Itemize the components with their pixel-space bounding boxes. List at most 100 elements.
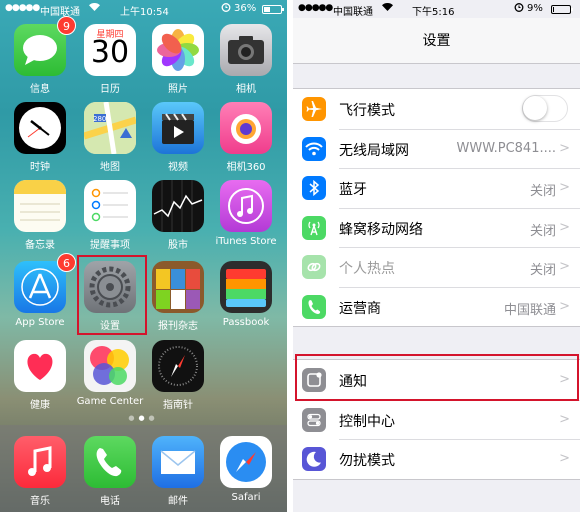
- chevron-right-icon: >: [559, 180, 570, 195]
- signal-icon: ●●●●●: [298, 3, 333, 13]
- alarm-icon: [221, 2, 231, 15]
- app-photos[interactable]: 照片: [148, 24, 208, 104]
- row-value: 中国联通: [503, 302, 556, 318]
- chevron-right-icon: >: [559, 411, 570, 427]
- app-compass[interactable]: 指南针: [148, 340, 208, 420]
- row-label: 蜂窝移动网络: [339, 221, 423, 238]
- toggle-knob: [523, 96, 547, 120]
- status-time: 下午5:16: [412, 7, 455, 18]
- app-appstore[interactable]: App Store 6: [10, 253, 76, 341]
- status-bar: ●●●●● 中国联通 上午10:54 36%: [0, 0, 287, 18]
- app-label: 邮件: [168, 496, 188, 507]
- app-messages[interactable]: 信息 9: [10, 16, 76, 104]
- notes-icon: [14, 180, 66, 232]
- page-indicator[interactable]: ●●●: [0, 414, 287, 422]
- passbook-icon: [220, 261, 272, 313]
- app-label: 报刊杂志: [158, 321, 198, 332]
- app-passbook[interactable]: Passbook: [216, 261, 276, 341]
- notification-badge: 9: [57, 16, 76, 35]
- home-screen: ●●●●● 中国联通 上午10:54 36% 信息 9 星期四 30 日历 照片…: [0, 0, 287, 512]
- hotspot-chain-icon: [302, 255, 326, 279]
- dock-app-mail[interactable]: 邮件: [148, 436, 208, 512]
- app-newsstand[interactable]: 报刊杂志: [148, 261, 208, 341]
- gamecenter-icon: [84, 340, 136, 392]
- app-calendar[interactable]: 星期四 30 日历: [80, 24, 140, 104]
- app-label: 电话: [100, 496, 120, 507]
- app-reminders[interactable]: 提醒事项: [80, 180, 140, 260]
- notification-badge: 6: [57, 253, 76, 272]
- music-note-icon: [14, 436, 66, 488]
- app-notes[interactable]: 备忘录: [10, 180, 70, 260]
- airplane-mode-toggle[interactable]: [522, 95, 568, 122]
- app-label: 提醒事项: [90, 240, 130, 251]
- app-camera360[interactable]: 相机360: [216, 102, 276, 182]
- bluetooth-icon: [302, 176, 326, 200]
- app-maps[interactable]: 280 地图: [80, 102, 140, 182]
- settings-group-connectivity: 飞行模式 无线局域网 WWW.PC841.... > 蓝牙 关闭 > 蜂窝移动网…: [293, 88, 580, 327]
- app-label: 股市: [168, 240, 188, 251]
- row-label: 勿扰模式: [339, 453, 395, 469]
- app-label: 信息: [30, 84, 50, 95]
- settings-row-carrier[interactable]: 运营商 中国联通 >: [293, 286, 580, 327]
- app-gamecenter[interactable]: Game Center: [77, 340, 143, 420]
- row-label: 飞行模式: [339, 103, 395, 119]
- camera-icon: [220, 24, 272, 76]
- settings-row-personal-hotspot[interactable]: 个人热点 关闭 >: [293, 247, 580, 287]
- itunes-icon: [220, 180, 272, 232]
- status-bar: ●●●●● 中国联通 下午5:16 9%: [293, 0, 580, 18]
- app-label: 相机: [236, 84, 256, 95]
- carrier-label: 中国联通: [40, 7, 80, 18]
- row-label: 运营商: [339, 300, 381, 317]
- maps-icon: 280: [84, 102, 136, 154]
- videos-icon: [152, 102, 204, 154]
- dock-app-music[interactable]: 音乐: [10, 436, 70, 512]
- battery-percent: 36%: [234, 3, 257, 14]
- battery-icon: [262, 5, 284, 14]
- app-label: iTunes Store: [215, 236, 277, 247]
- app-label: 视频: [168, 162, 188, 173]
- safari-compass-icon: [220, 436, 272, 488]
- settings-row-wifi[interactable]: 无线局域网 WWW.PC841.... >: [293, 128, 580, 169]
- settings-row-control-center[interactable]: 控制中心 >: [293, 399, 580, 440]
- app-clock[interactable]: 时钟: [10, 102, 70, 182]
- app-label: 相机360: [226, 162, 266, 173]
- status-time: 上午10:54: [120, 7, 169, 18]
- cellular-antenna-icon: [302, 215, 326, 240]
- carrier-label: 中国联通: [333, 7, 373, 18]
- reminders-icon: [84, 180, 136, 232]
- row-label: 无线局域网: [339, 142, 409, 159]
- dock-app-safari[interactable]: Safari: [216, 436, 276, 512]
- app-label: App Store: [15, 317, 65, 328]
- notifications-highlight-box: [295, 354, 579, 401]
- app-label: 照片: [168, 84, 188, 95]
- row-label: 蓝牙: [339, 182, 367, 198]
- app-stocks[interactable]: 股市: [148, 180, 208, 260]
- settings-row-cellular[interactable]: 蜂窝移动网络 关闭 >: [293, 207, 580, 248]
- settings-row-do-not-disturb[interactable]: 勿扰模式 >: [293, 439, 580, 479]
- row-value: 关闭: [529, 263, 556, 278]
- messages-icon: [14, 24, 66, 76]
- wifi-icon: [302, 136, 326, 161]
- wifi-icon: [381, 2, 394, 15]
- newsstand-icon: [152, 261, 204, 313]
- settings-screen: ●●●●● 中国联通 下午5:16 9% 设置 飞行模式 无线局域网 WWW.P…: [293, 0, 580, 512]
- moon-icon: [302, 447, 326, 471]
- app-label: 备忘录: [25, 240, 55, 251]
- chevron-right-icon: >: [559, 140, 570, 156]
- app-health[interactable]: 健康: [10, 340, 70, 420]
- app-videos[interactable]: 视频: [148, 102, 208, 182]
- calendar-icon: 星期四 30: [84, 24, 136, 76]
- dock-app-phone[interactable]: 电话: [80, 436, 140, 512]
- compass-icon: [152, 340, 204, 392]
- app-label: Game Center: [76, 396, 144, 407]
- clock-icon: [14, 102, 66, 154]
- camera360-icon: [220, 102, 272, 154]
- app-itunes[interactable]: iTunes Store: [215, 180, 277, 260]
- app-camera[interactable]: 相机: [216, 24, 276, 104]
- stocks-icon: [152, 180, 204, 232]
- settings-row-airplane-mode[interactable]: 飞行模式: [293, 89, 580, 129]
- settings-row-bluetooth[interactable]: 蓝牙 关闭 >: [293, 168, 580, 208]
- app-label: Safari: [231, 492, 261, 503]
- chevron-right-icon: >: [559, 219, 570, 235]
- appstore-icon: [14, 261, 66, 313]
